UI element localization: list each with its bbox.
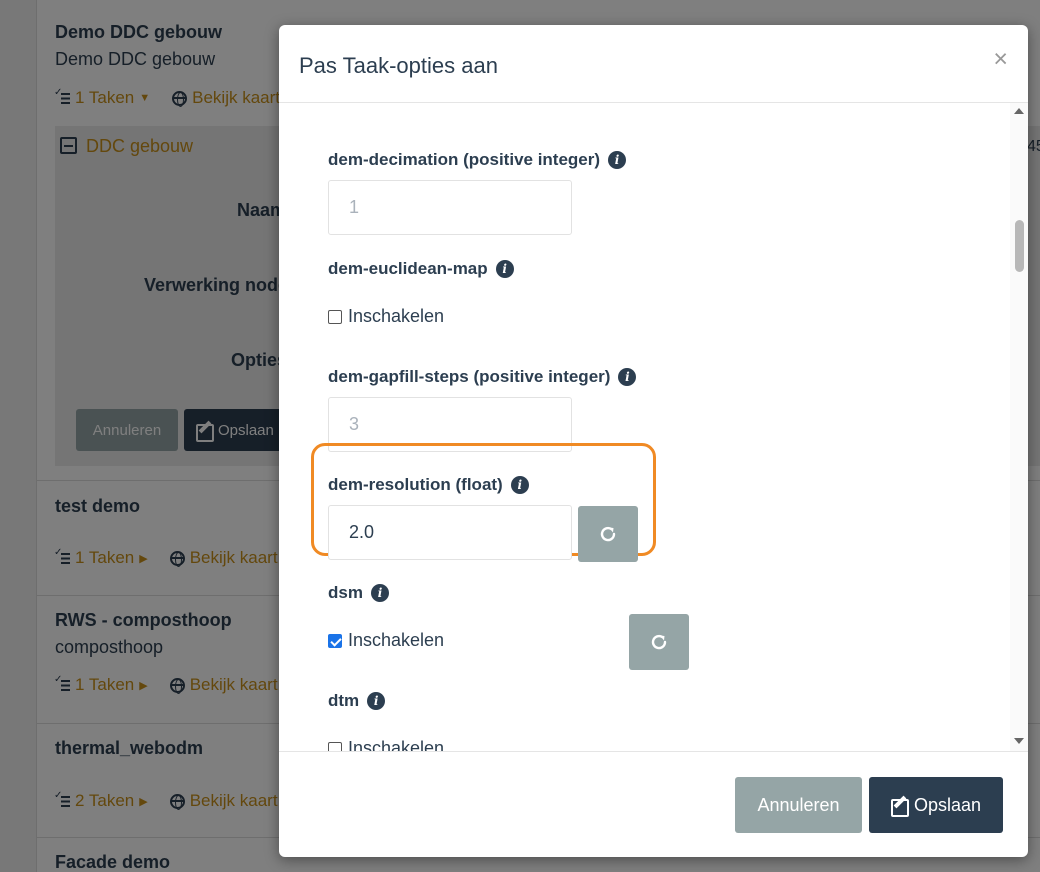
- refresh-icon: [651, 634, 667, 650]
- modal-footer: Annuleren Opslaan: [279, 751, 1028, 857]
- save-button[interactable]: Opslaan: [869, 777, 1003, 833]
- option-label-dsm: dsm i: [328, 583, 389, 603]
- scrollbar-thumb[interactable]: [1015, 220, 1024, 272]
- info-icon[interactable]: i: [510, 476, 529, 494]
- modal-scrollbar[interactable]: [1010, 103, 1028, 751]
- scroll-down-arrow-icon[interactable]: [1014, 738, 1024, 744]
- dem-decimation-input[interactable]: [328, 180, 572, 235]
- info-icon[interactable]: i: [367, 692, 386, 710]
- option-label-dem-euclidean-map: dem-euclidean-map i: [328, 259, 514, 279]
- option-label-dem-decimation: dem-decimation (positive integer) i: [328, 150, 627, 170]
- edit-icon: [890, 796, 909, 817]
- option-label-dem-resolution: dem-resolution (float) i: [328, 475, 529, 495]
- dsm-checkbox-row[interactable]: Inschakelen: [328, 630, 444, 651]
- option-label-dtm: dtm i: [328, 691, 386, 711]
- checkbox-label: Inschakelen: [348, 306, 445, 326]
- dtm-checkbox[interactable]: [328, 741, 342, 751]
- modal-header: Pas Taak-opties aan ×: [279, 25, 1028, 103]
- info-icon[interactable]: i: [618, 368, 637, 386]
- dsm-checkbox[interactable]: [328, 633, 342, 648]
- close-icon[interactable]: ×: [993, 45, 1008, 74]
- info-icon[interactable]: i: [495, 260, 514, 278]
- dem-resolution-input[interactable]: [328, 505, 572, 560]
- modal-body[interactable]: dem-decimation (positive integer)i dem-e…: [279, 103, 1028, 751]
- scroll-up-arrow-icon[interactable]: [1014, 108, 1024, 114]
- dem-euclidean-map-checkbox[interactable]: [328, 309, 342, 324]
- dtm-checkbox-row[interactable]: Inschakelen: [328, 738, 444, 751]
- reset-dem-resolution-button[interactable]: [578, 506, 638, 562]
- info-icon[interactable]: i: [608, 151, 627, 169]
- info-icon[interactable]: i: [370, 584, 389, 602]
- checkbox-label: Inschakelen: [348, 630, 445, 650]
- refresh-icon: [600, 526, 616, 542]
- cancel-button[interactable]: Annuleren: [735, 777, 862, 833]
- reset-dsm-button[interactable]: [629, 614, 689, 670]
- checkbox-label: Inschakelen: [348, 738, 445, 751]
- task-options-modal: Pas Taak-opties aan × dem-decimation (po…: [279, 25, 1028, 857]
- dem-euclidean-map-checkbox-row[interactable]: Inschakelen: [328, 306, 444, 327]
- modal-title: Pas Taak-opties aan: [299, 53, 498, 78]
- option-label-dem-gapfill-steps: dem-gapfill-steps (positive integer) i: [328, 367, 637, 387]
